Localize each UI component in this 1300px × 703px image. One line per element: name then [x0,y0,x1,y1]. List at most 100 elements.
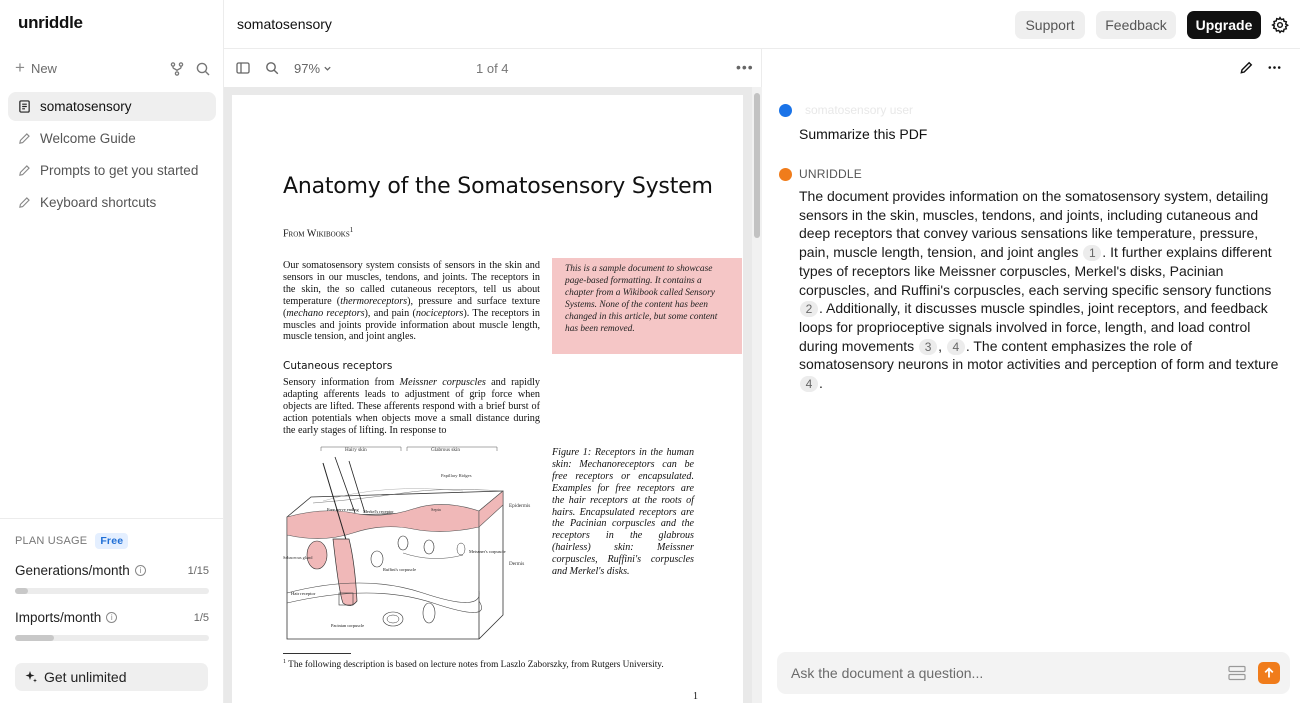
label-free-nerve: Free nerve ending [327,507,360,512]
citation-badge[interactable]: 4 [946,338,965,355]
more-options-icon[interactable] [1267,60,1282,75]
zoom-select[interactable]: 97% [294,61,332,76]
new-button[interactable]: + New [15,58,57,77]
assistant-message-text: The document provides information on the… [799,187,1280,393]
intro-paragraph: Our somatosensory system consists of sen… [283,260,540,343]
generations-label: Generations/month [15,563,130,578]
info-icon[interactable]: i [134,565,146,576]
source-footnote-mark: 1 [349,226,354,234]
section-heading: Cutaneous receptors [283,360,393,372]
citation-badge[interactable]: 1 [1083,245,1102,262]
citation-badge[interactable]: 2 [800,301,818,318]
answer-text: . [819,375,823,392]
list-icon[interactable] [1228,665,1246,681]
sidebar: unriddle + New somatosensory Welcome Gui… [0,0,224,703]
new-button-label: New [30,60,57,76]
sidebar-toggle-icon[interactable] [236,61,250,75]
page-indicator: 1 of 4 [476,61,509,76]
document-title: somatosensory [237,16,332,32]
sidebar-item-somatosensory[interactable]: somatosensory [8,92,216,121]
support-button[interactable]: Support [1015,11,1085,39]
top-bar: somatosensory Support Feedback Upgrade [224,0,1300,49]
document-icon [19,100,30,113]
label-papillary-ridges: Papillary Ridges [441,473,472,478]
generations-meter: Generations/month i 1/15 [15,563,209,594]
imports-progress-bar [15,635,209,641]
assistant-name: UNRIDDLE [799,167,862,181]
footnote-mark: 1 [283,659,286,665]
gear-icon[interactable] [1271,16,1289,34]
arrow-up-icon [1264,667,1274,678]
sidebar-item-label: Prompts to get you started [40,163,199,178]
sidebar-toolbar: + New [15,58,211,78]
plus-icon: + [15,58,25,77]
label-glabrous-skin: Glabrous skin [431,447,460,453]
sidebar-item-label: Welcome Guide [40,131,136,146]
user-message-text: Summarize this PDF [799,126,928,142]
ask-input[interactable] [791,663,1211,683]
search-icon[interactable] [265,61,279,75]
pencil-icon [19,165,30,176]
chat-panel: somatosensory user Summarize this PDF UN… [763,49,1300,703]
citation-badge[interactable]: 4 [800,376,818,393]
scroll-thumb[interactable] [754,93,760,238]
imports-progress-fill [15,635,54,641]
generations-count: 1/15 [187,564,209,577]
pencil-icon [19,197,30,208]
label-merkel: Merkel's receptor [363,509,394,514]
chevron-down-icon [324,66,331,71]
search-icon[interactable] [195,61,211,77]
pdf-canvas[interactable]: Anatomy of the Somatosensory System From… [224,87,762,703]
pencil-icon [19,133,30,144]
generations-progress-fill [15,588,28,594]
footnote-divider [283,653,351,654]
section-paragraph: Sensory information from Meissner corpus… [283,377,540,436]
footnote: 1 The following description is based on … [283,659,664,670]
sidebar-item-label: Keyboard shortcuts [40,195,157,210]
imports-count: 1/5 [193,611,209,624]
skin-receptors-figure: Hairy skin Glabrous skin Papillary Ridge… [283,446,530,640]
branch-icon[interactable] [169,61,185,77]
figure-caption: Figure 1: Receptors in the human skin: M… [552,447,694,578]
more-options-icon[interactable]: ••• [736,59,754,75]
viewer-scrollbar[interactable] [752,87,762,703]
label-hairy-skin: Hairy skin [345,447,367,453]
label-hair-receptor: Hair receptor [291,591,316,596]
user-name: somatosensory user [805,103,914,117]
app-root: unriddle + New somatosensory Welcome Gui… [0,0,1300,703]
generations-progress-bar [15,588,209,594]
imports-label: Imports/month [15,610,102,625]
label-dermis: Dermis [509,561,524,567]
page-title: Anatomy of the Somatosensory System [283,174,713,199]
imports-meter: Imports/month i 1/5 [15,610,209,641]
sidebar-item-label: somatosensory [40,99,132,114]
send-button[interactable] [1258,662,1280,684]
sidebar-item-keyboard-shortcuts[interactable]: Keyboard shortcuts [8,188,216,217]
citation-badge[interactable]: 3 [919,338,938,355]
user-avatar [779,104,792,117]
label-meissner: Meissner's corpuscle [469,549,506,554]
document-list: somatosensory Welcome Guide Prompts to g… [8,92,216,220]
plan-usage-label: PLAN USAGE [15,535,88,547]
label-septa: Septa [431,507,441,512]
info-icon[interactable]: i [106,612,118,623]
viewer-toolbar: 97% 1 of 4 ••• [224,49,762,87]
get-unlimited-button[interactable]: Get unlimited [15,663,208,691]
get-unlimited-label: Get unlimited [44,669,127,685]
pdf-viewer: 97% 1 of 4 ••• Anatomy of the Somatosens… [224,49,762,703]
sidebar-item-welcome-guide[interactable]: Welcome Guide [8,124,216,153]
sidebar-item-prompts[interactable]: Prompts to get you started [8,156,216,185]
sparkle-icon [25,671,37,683]
sample-note-box: This is a sample document to showcase pa… [552,258,742,354]
source-text: From Wikibooks [283,228,350,240]
plan-row: PLAN USAGE Free [15,533,209,549]
footnote-text: The following description is based on le… [288,660,664,671]
label-ruffini: Ruffini's corpuscle [383,567,416,572]
edit-icon[interactable] [1239,60,1254,75]
plan-usage-panel: PLAN USAGE Free Generations/month i 1/15 … [0,518,224,703]
feedback-button[interactable]: Feedback [1096,11,1176,39]
assistant-avatar [779,168,792,181]
label-epidermis: Epidermis [509,503,530,509]
page-source: From Wikibooks1 [283,226,353,239]
upgrade-button[interactable]: Upgrade [1187,11,1261,39]
